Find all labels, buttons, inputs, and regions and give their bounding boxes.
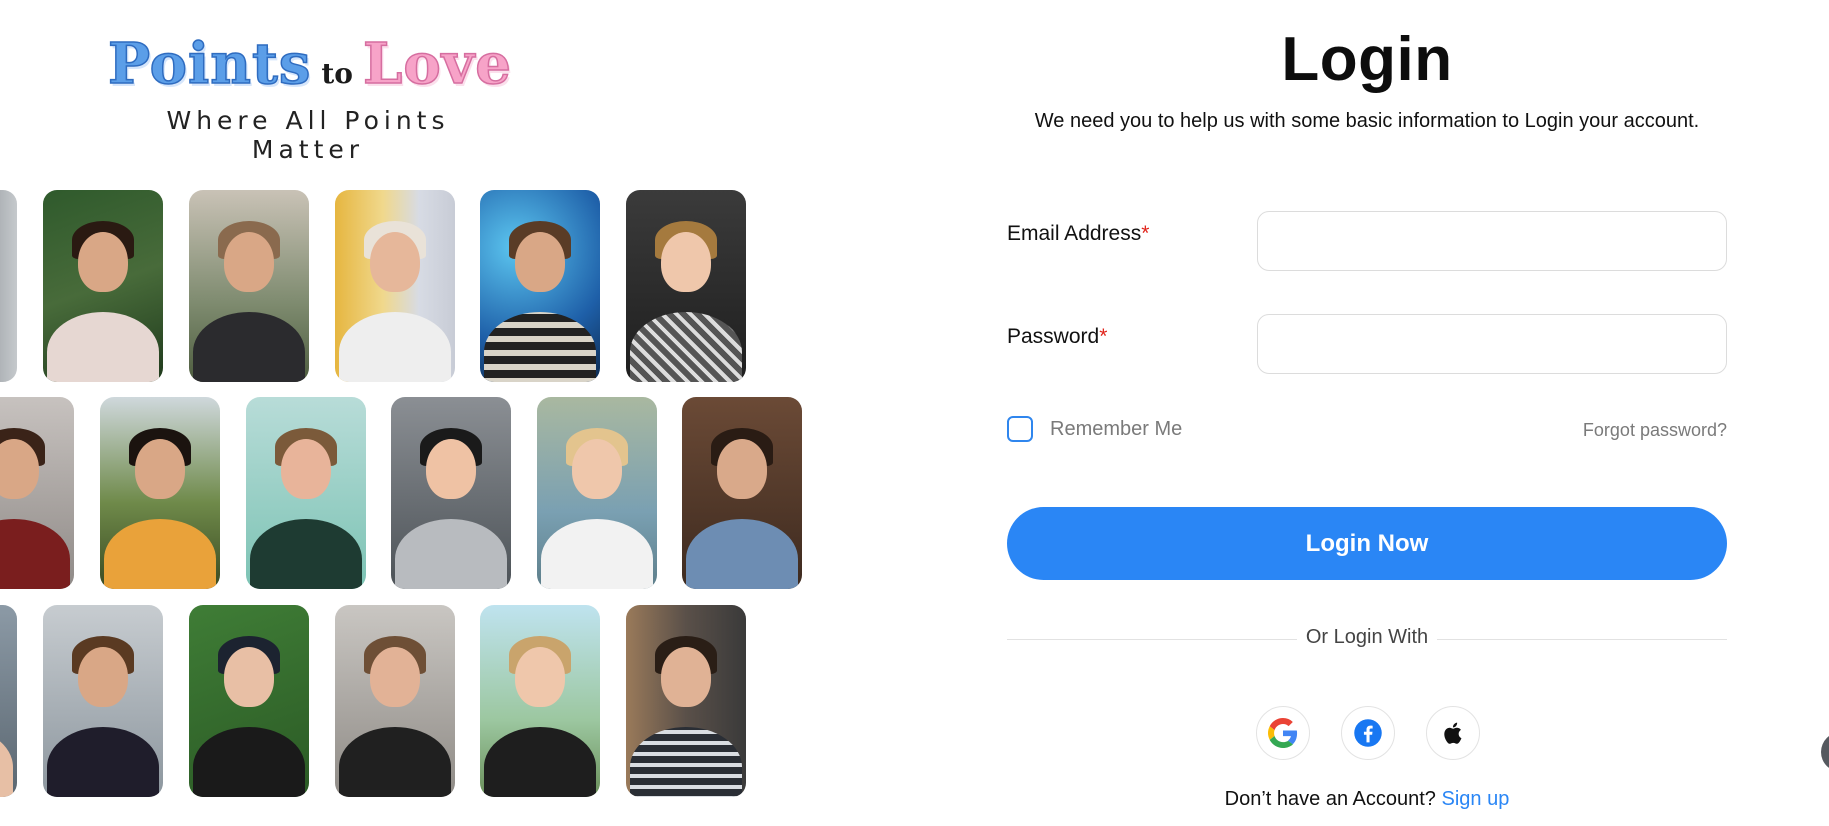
email-label-text: Email Address xyxy=(1007,222,1142,245)
signup-prompt: Don’t have an Account? Sign up xyxy=(1007,788,1727,811)
email-field[interactable] xyxy=(1257,211,1727,271)
portrait-13 xyxy=(43,605,163,797)
facebook-login-button[interactable] xyxy=(1341,706,1395,760)
portrait-15 xyxy=(335,605,455,797)
signup-prompt-text: Don’t have an Account? xyxy=(1224,788,1436,810)
logo-word-points: Points xyxy=(107,31,312,97)
photo-row-3 xyxy=(0,605,810,797)
brand: Points to Love Where All Points Matter xyxy=(107,35,511,164)
remember-me-label[interactable]: Remember Me xyxy=(1050,418,1182,441)
photo-row-2 xyxy=(0,397,810,589)
portrait-10 xyxy=(537,397,657,589)
portrait-14 xyxy=(189,605,309,797)
logo-word-love: Love xyxy=(362,31,512,97)
portrait-9 xyxy=(391,397,511,589)
password-label-text: Password xyxy=(1007,325,1100,348)
portrait-2 xyxy=(189,190,309,382)
social-login-buttons xyxy=(1256,706,1480,760)
photo-row-1 xyxy=(0,190,810,382)
required-mark: * xyxy=(1099,325,1108,348)
logo: Points to Love xyxy=(107,35,511,93)
portrait-5 xyxy=(626,190,746,382)
divider-label: Or Login With xyxy=(1305,626,1429,648)
portrait-12 xyxy=(0,605,17,797)
portrait-11 xyxy=(682,397,802,589)
portrait-6 xyxy=(0,397,74,589)
apple-login-button[interactable] xyxy=(1426,706,1480,760)
forgot-password-link[interactable]: Forgot password? xyxy=(1583,420,1727,441)
portrait-4 xyxy=(480,190,600,382)
email-label: Email Address* xyxy=(1007,222,1149,246)
tagline: Where All Points Matter xyxy=(166,106,450,164)
login-button[interactable]: Login Now xyxy=(1007,507,1727,580)
remember-me-checkbox[interactable] xyxy=(1007,416,1033,442)
portrait-7 xyxy=(100,397,220,589)
remember-me[interactable]: Remember Me xyxy=(1007,416,1182,442)
password-label: Password* xyxy=(1007,325,1107,349)
photo-partial xyxy=(0,190,17,382)
google-login-button[interactable] xyxy=(1256,706,1310,760)
required-mark: * xyxy=(1141,222,1150,245)
password-field[interactable] xyxy=(1257,314,1727,374)
page-subtitle: We need you to help us with some basic i… xyxy=(1034,110,1700,132)
page-title: Login xyxy=(1281,25,1453,94)
portrait-3 xyxy=(335,190,455,382)
portrait-8 xyxy=(246,397,366,589)
google-icon xyxy=(1268,718,1298,748)
logo-word-to: to xyxy=(321,57,353,90)
signup-link[interactable]: Sign up xyxy=(1441,788,1509,810)
floating-chat-button[interactable] xyxy=(1821,732,1829,772)
login-page: Points to Love Where All Points Matter L… xyxy=(0,0,1829,826)
apple-icon xyxy=(1444,722,1462,744)
facebook-icon xyxy=(1354,719,1382,747)
portrait-17 xyxy=(626,605,746,797)
portrait-16 xyxy=(480,605,600,797)
portrait-1 xyxy=(43,190,163,382)
